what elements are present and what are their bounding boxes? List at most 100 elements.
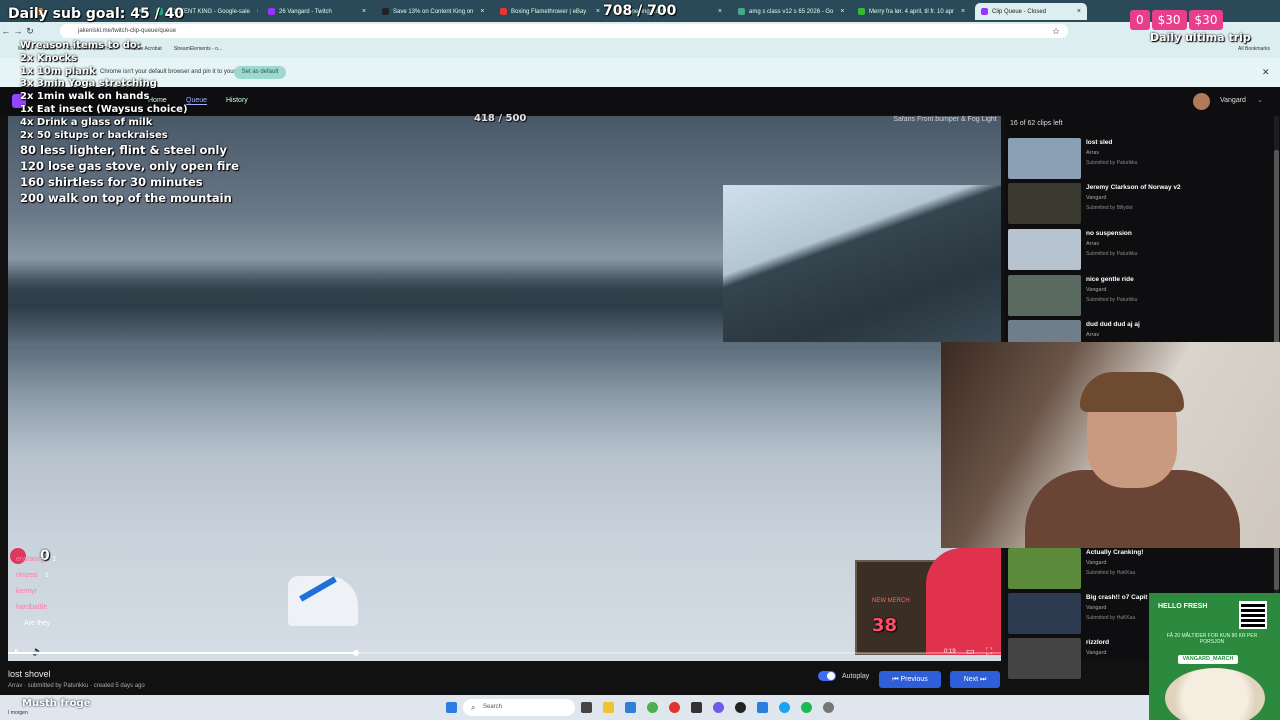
browser-tab[interactable]: amg s class v12 s 65 2026 - Go × xyxy=(732,3,848,20)
browser-tab[interactable]: Clip Queue - Closed × xyxy=(975,3,1087,20)
promo-number: 38 xyxy=(872,615,898,636)
app-icon[interactable] xyxy=(757,702,768,713)
tab-favicon-icon xyxy=(981,8,988,15)
qr-code-icon xyxy=(1239,601,1267,629)
previous-button[interactable]: ⏮ Previous xyxy=(879,671,941,688)
clip-author: Vangard xyxy=(1086,650,1107,656)
seek-bar-knob[interactable] xyxy=(352,650,359,656)
taskbar-search[interactable]: Search xyxy=(463,699,575,716)
reload-icon[interactable]: ↻ xyxy=(24,26,36,37)
user-name[interactable]: Vangard xyxy=(1220,97,1246,104)
tab-close-icon[interactable]: × xyxy=(359,8,366,15)
clip-thumbnail[interactable] xyxy=(1008,183,1081,224)
clip-title: no suspension xyxy=(1086,230,1132,237)
star-icon[interactable]: ☆ xyxy=(1050,26,1062,37)
tab-close-icon[interactable]: × xyxy=(1074,8,1081,15)
app-icon[interactable] xyxy=(625,702,636,713)
autoplay-toggle[interactable] xyxy=(818,671,836,681)
obs-icon[interactable] xyxy=(735,702,746,713)
bits-amount: $30 xyxy=(1188,10,1224,30)
queue-clip[interactable]: no suspension Arrav Submitted by Paturikku xyxy=(1008,229,1272,273)
tab-close-icon[interactable]: × xyxy=(254,8,258,15)
autoplay-control[interactable]: Autoplay xyxy=(818,671,869,681)
chat-text: 1 xyxy=(52,556,57,563)
next-label: Next xyxy=(963,676,979,683)
queue-count: 16 of 62 clips left xyxy=(1010,120,1063,127)
milestone-item: 160 shirtless for 30 minutes xyxy=(20,175,203,189)
clip-title: Actually Cranking! xyxy=(1086,549,1144,556)
browser-tab[interactable]: 26 Vangard - Twitch × xyxy=(262,3,372,20)
browser-tab[interactable]: Save 13% on Content King on × xyxy=(376,3,490,20)
clip-thumbnail[interactable] xyxy=(1008,229,1081,270)
tab-favicon-icon xyxy=(738,8,745,15)
clip-title: Big crash!! o7 Capit xyxy=(1086,594,1148,601)
forward-icon[interactable]: → xyxy=(12,26,24,36)
seek-bar[interactable] xyxy=(8,650,1001,656)
spotify-icon[interactable] xyxy=(801,702,812,713)
clip-title: rizzlord xyxy=(1086,639,1110,646)
sub-goal: Daily sub goal: 45 / 40 xyxy=(8,6,185,22)
windows-start-icon[interactable] xyxy=(446,702,457,713)
queue-clip[interactable]: nice gentle ride Vangard Submitted by Patu… xyxy=(1008,275,1272,319)
tab-label: Merry fra lør. 4 april, til fr. 10 apr xyxy=(869,8,955,15)
bookmarks-bar: Maps Twitch STREAMTOGETHER Adobe Acrobat… xyxy=(0,40,1280,58)
discord-icon[interactable] xyxy=(713,702,724,713)
back-icon[interactable]: ← xyxy=(0,26,12,36)
clip-thumbnail[interactable] xyxy=(1008,638,1081,679)
chat-username: enstating xyxy=(16,556,45,563)
close-icon[interactable]: ✕ xyxy=(1262,67,1270,78)
weather-sub: I morgen xyxy=(8,710,28,716)
app-icon[interactable] xyxy=(779,702,790,713)
nav-queue[interactable]: Queue xyxy=(186,97,208,105)
clip-thumbnail[interactable] xyxy=(1008,275,1081,316)
tab-close-icon[interactable]: × xyxy=(715,8,722,15)
chat-message: kennyr xyxy=(16,584,56,600)
clip-thumbnail[interactable] xyxy=(1008,593,1081,634)
tab-favicon-icon xyxy=(382,8,389,15)
opera-icon[interactable] xyxy=(669,702,680,713)
browser-tab[interactable]: Boxing Flamethrower | eBay × xyxy=(494,3,606,20)
tab-close-icon[interactable]: × xyxy=(837,8,844,15)
avatar[interactable] xyxy=(1193,93,1210,110)
queue-clip[interactable]: Jeremy Clarkson of Norway v2 Vangard Submi… xyxy=(1008,183,1272,227)
chat-message: rimzea 1 xyxy=(16,568,56,584)
milestone-item: 200 walk on top of the mountain xyxy=(20,191,232,205)
chat-message: hardbattle xyxy=(16,600,56,616)
todo-item: 2x 1min walk on hands xyxy=(20,91,150,103)
queue-clip[interactable]: Actually Cranking! Vangard Submitted by Ha… xyxy=(1008,548,1272,592)
queue-clip[interactable]: lost sled Arrav Submitted by Paturikku xyxy=(1008,138,1272,182)
browser-tab[interactable]: Merry fra lør. 4 april, til fr. 10 apr × xyxy=(852,3,970,20)
file-explorer-icon[interactable] xyxy=(603,702,614,713)
ad-code: VANGARD_MARCH xyxy=(1178,655,1238,664)
tab-close-icon[interactable]: × xyxy=(477,8,484,15)
food-plate xyxy=(1165,668,1265,720)
clip-author: Vangard xyxy=(1086,605,1107,611)
seek-bar-fill xyxy=(8,652,356,654)
tab-close-icon[interactable]: × xyxy=(958,8,965,15)
set-default-button[interactable]: Set as default xyxy=(234,66,286,79)
terminal-icon[interactable] xyxy=(691,702,702,713)
chat-text: 1 xyxy=(45,572,49,579)
todo-item: 4x Drink a glass of milk xyxy=(20,116,153,128)
url-input[interactable]: jakeniski.me/twitch-clip-queue/queue xyxy=(60,24,1068,38)
weather-widget[interactable]: Musth froge xyxy=(22,698,91,709)
bits-count: 0 xyxy=(1130,10,1150,30)
clip-author: Arrav xyxy=(1086,332,1100,338)
chrome-icon[interactable] xyxy=(647,702,658,713)
clip-thumbnail[interactable] xyxy=(1008,138,1081,179)
todo-item: 1x Eat insect (Waysus choice) xyxy=(20,103,188,115)
chevron-down-icon[interactable]: ⌄ xyxy=(1257,96,1263,104)
tab-close-icon[interactable]: × xyxy=(593,8,600,15)
todo-item: Wreason items to do: xyxy=(20,40,141,51)
settings-icon[interactable] xyxy=(823,702,834,713)
pip-icon[interactable]: ▭ xyxy=(966,646,975,657)
all-bookmarks[interactable]: All Bookmarks xyxy=(1238,46,1270,52)
ad-brand: HELLO FRESH xyxy=(1158,603,1208,610)
app-header: Home Queue History Vangard ⌄ xyxy=(0,87,1280,115)
chat-username: kennyr xyxy=(16,588,38,595)
clip-thumbnail[interactable] xyxy=(1008,548,1081,589)
task-view-icon[interactable] xyxy=(581,702,592,713)
fullscreen-icon[interactable]: ⛶ xyxy=(986,646,992,657)
next-button[interactable]: Next ⏭ xyxy=(950,671,1000,688)
nav-history[interactable]: History xyxy=(226,97,248,104)
